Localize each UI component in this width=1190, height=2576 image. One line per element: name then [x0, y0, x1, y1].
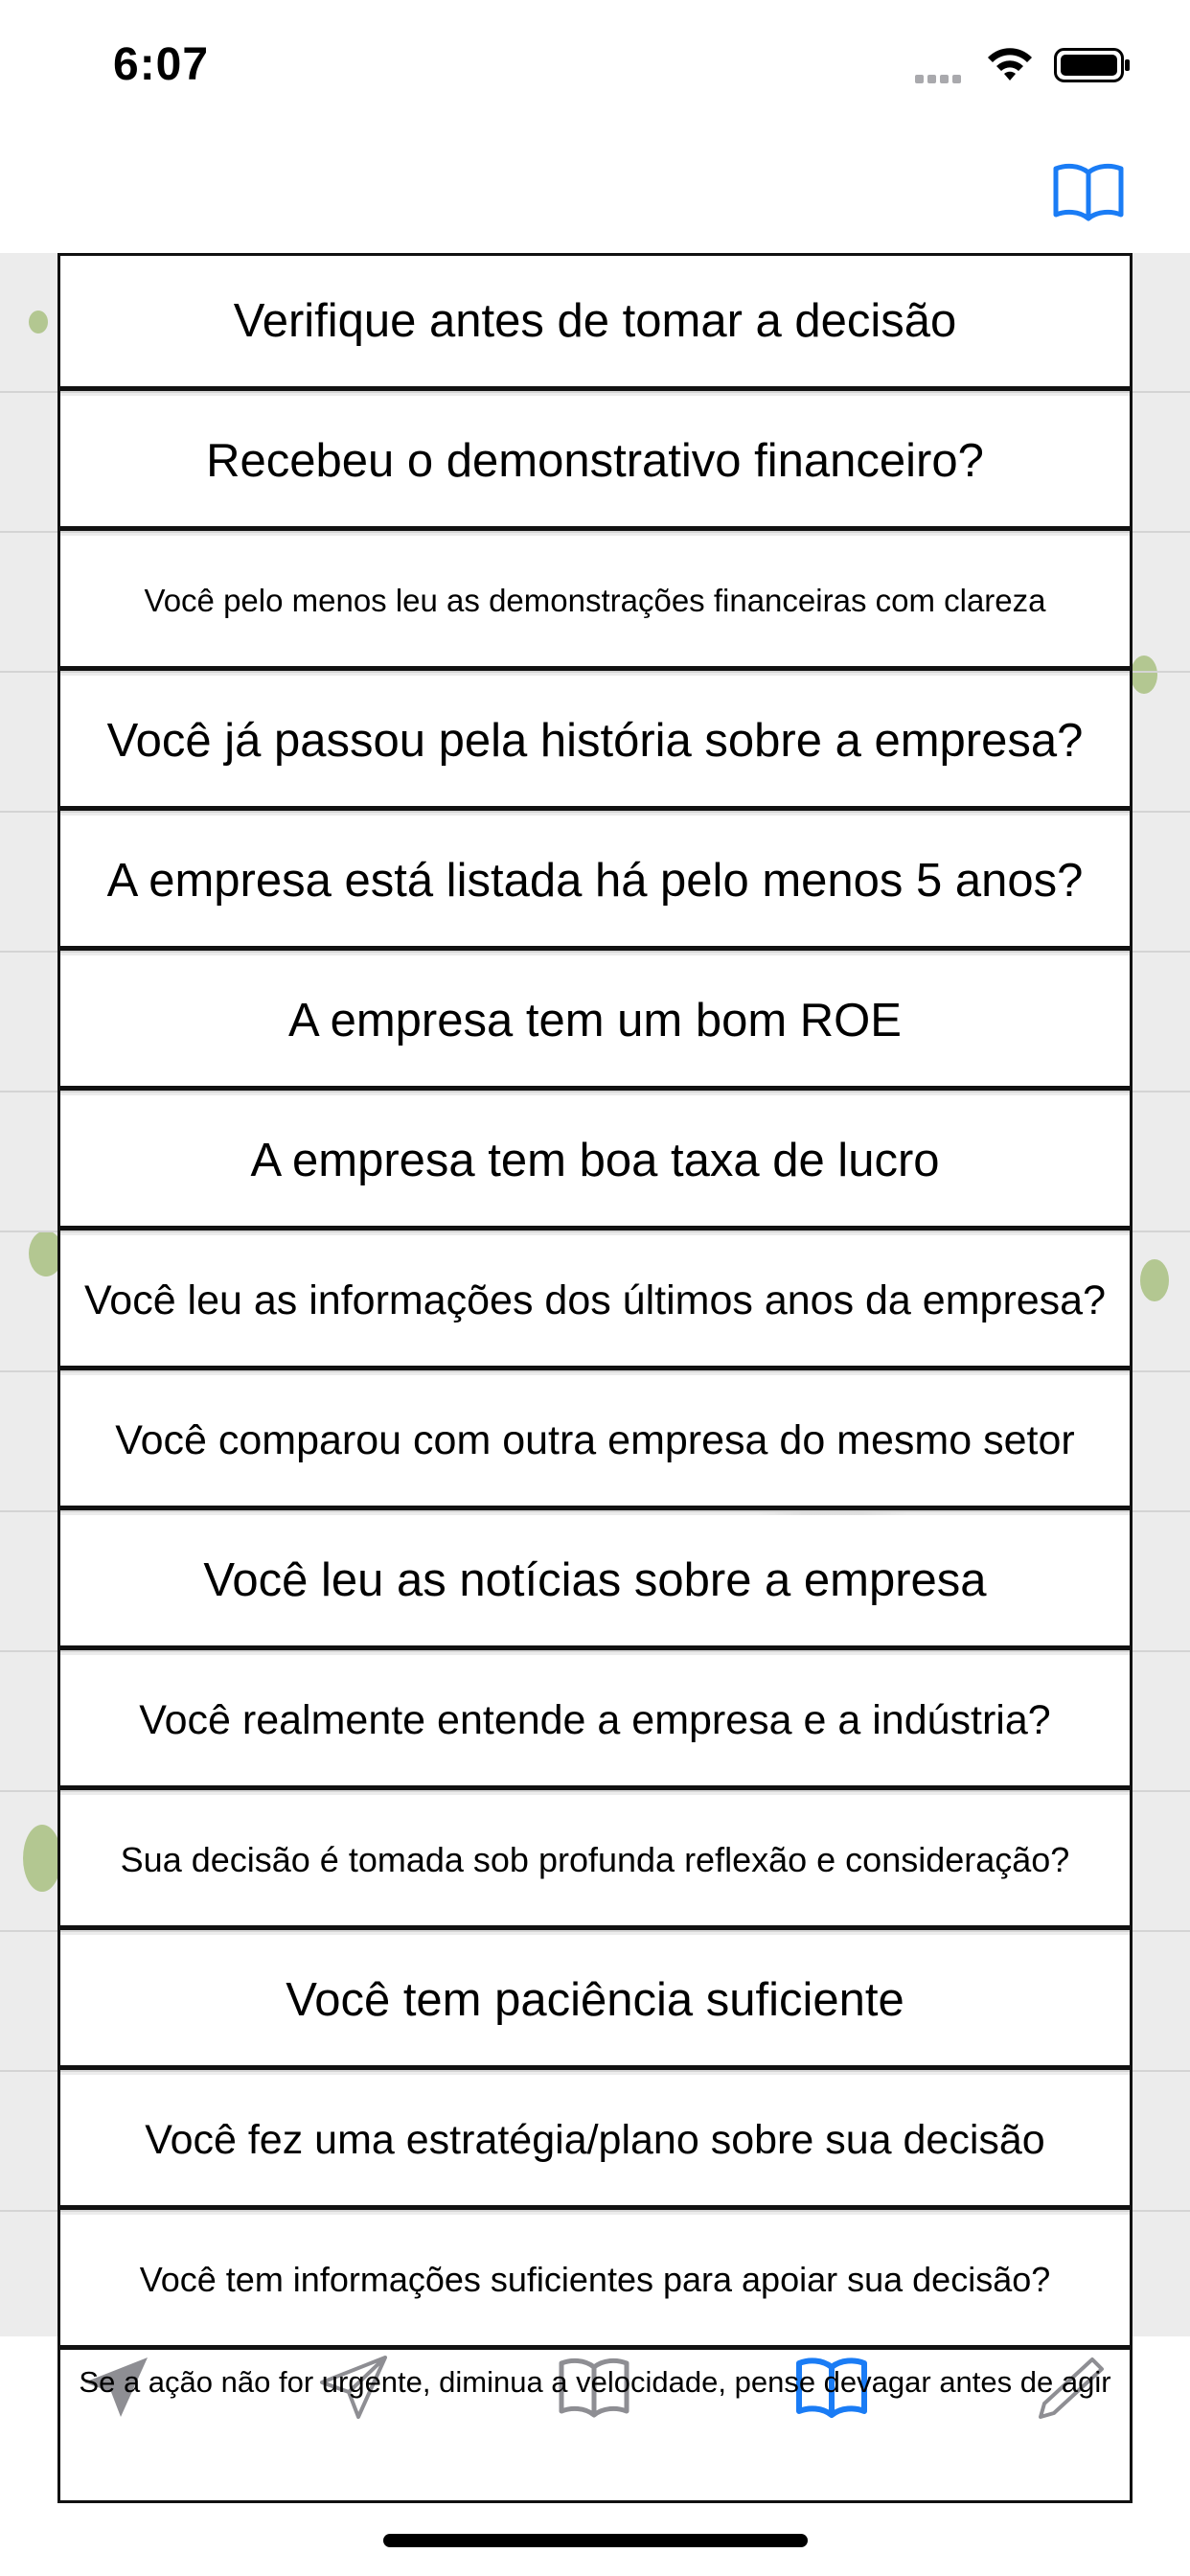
list-item[interactable]: Você pelo menos leu as demonstrações fin…: [60, 536, 1130, 671]
paper-plane-outline-icon[interactable]: [316, 2354, 393, 2421]
list-item[interactable]: Você tem paciência suficiente: [60, 1935, 1130, 2070]
list-item[interactable]: A empresa está listada há pelo menos 5 a…: [60, 816, 1130, 951]
book-icon[interactable]: [1052, 161, 1125, 222]
list-item[interactable]: A empresa tem um bom ROE: [60, 955, 1130, 1091]
list-item[interactable]: Você leu as notícias sobre a empresa: [60, 1515, 1130, 1650]
list-item[interactable]: Você fez uma estratégia/plano sobre sua …: [60, 2075, 1130, 2210]
status-bar: 6:07: [0, 0, 1190, 126]
list-item[interactable]: Recebeu o demonstrativo financeiro?: [60, 396, 1130, 531]
list-item[interactable]: Verifique antes de tomar a decisão: [60, 256, 1130, 391]
list-item[interactable]: A empresa tem boa taxa de lucro: [60, 1095, 1130, 1230]
list-item[interactable]: Você comparou com outra empresa do mesmo…: [60, 1375, 1130, 1510]
list-item[interactable]: Você tem informações suficientes para ap…: [60, 2215, 1130, 2350]
home-indicator[interactable]: [383, 2534, 808, 2547]
status-time: 6:07: [113, 39, 210, 90]
list-item[interactable]: Sua decisão é tomada sob profunda reflex…: [60, 1795, 1130, 1930]
list-item[interactable]: Você já passou pela história sobre a emp…: [60, 676, 1130, 811]
tab-bar: [0, 2336, 1190, 2451]
screen: 6:07 Verifique antes de tomar a decisão …: [0, 0, 1190, 2576]
navigation-bar: [0, 126, 1190, 253]
list-item[interactable]: Você leu as informações dos últimos anos…: [60, 1235, 1130, 1370]
checklist: Verifique antes de tomar a decisão Receb…: [57, 253, 1133, 2503]
signal-icon: [915, 71, 969, 83]
book-icon[interactable]: [793, 2354, 870, 2421]
paper-plane-filled-icon[interactable]: [79, 2354, 155, 2421]
list-item[interactable]: Você realmente entende a empresa e a ind…: [60, 1655, 1130, 1790]
wifi-icon: [988, 48, 1032, 80]
battery-icon: [1054, 48, 1130, 82]
pencil-icon[interactable]: [1033, 2354, 1110, 2421]
book-outline-icon[interactable]: [556, 2354, 632, 2421]
